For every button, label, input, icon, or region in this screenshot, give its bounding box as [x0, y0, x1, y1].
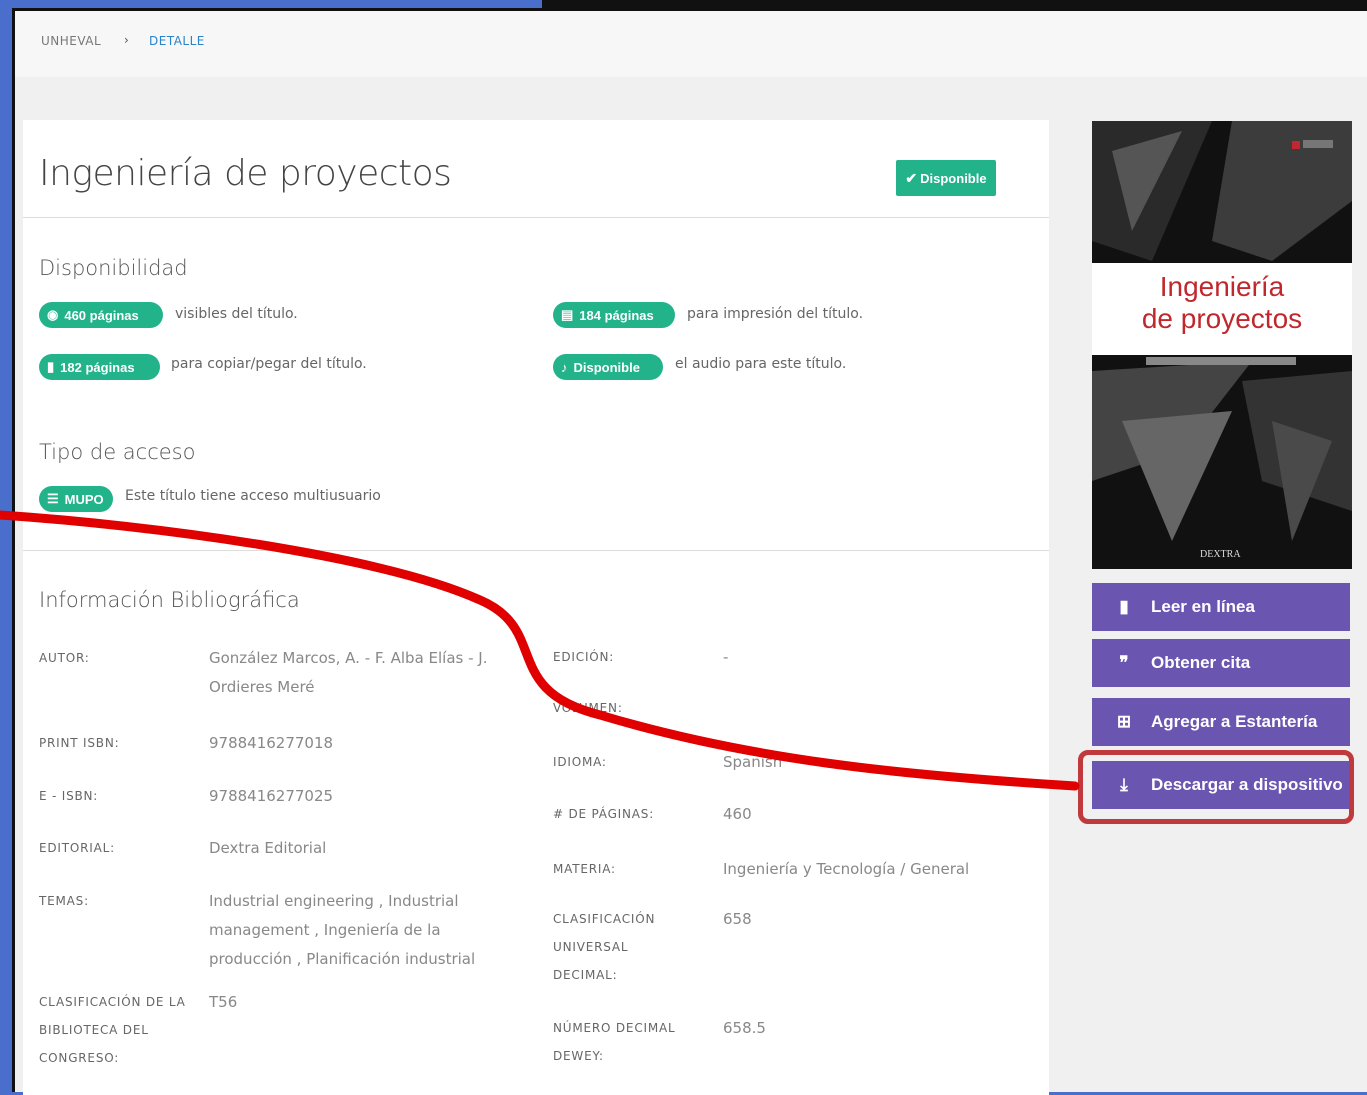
read-online-button[interactable]: ▮ Leer en línea: [1092, 583, 1350, 631]
tablet-icon: ▮: [1119, 597, 1129, 616]
access-pill: ☰ MUPO: [39, 486, 113, 512]
cover-authors: [1146, 357, 1296, 365]
publisher-logo-icon: [1292, 141, 1300, 149]
highlight-box: [1078, 750, 1354, 824]
print-isbn-value: 9788416277018: [209, 734, 334, 752]
author-label: AUTOR:: [39, 651, 90, 665]
pages-visible-label: 460 páginas: [64, 307, 139, 323]
get-citation-button[interactable]: ❞ Obtener cita: [1092, 639, 1350, 687]
cover-title: Ingeniería de proyectos: [1092, 271, 1352, 335]
list-icon: ☰: [47, 491, 59, 506]
detail-panel: Ingeniería de proyectos ✔ Disponible Dis…: [23, 120, 1049, 1095]
audio-label: Disponible: [573, 359, 640, 375]
topics-value: Industrial engineering , Industrial mana…: [209, 892, 476, 968]
e-isbn-value: 9788416277025: [209, 787, 334, 805]
read-online-label: Leer en línea: [1151, 597, 1255, 616]
book-cover: Ingeniería de proyectos DEXTRA: [1092, 121, 1352, 569]
availability-heading: Disponibilidad: [39, 256, 188, 280]
page-count-label: # DE PÁGINAS:: [553, 807, 655, 821]
publisher-value: Dextra Editorial: [209, 839, 327, 857]
check-icon: ✔: [905, 169, 918, 186]
quote-icon: ❞: [1119, 653, 1129, 672]
cover-publisher: DEXTRA: [1200, 549, 1241, 560]
breadcrumb-home-link[interactable]: UNHEVAL: [41, 34, 101, 48]
page-title: Ingeniería de proyectos: [39, 153, 452, 194]
breadcrumb-chevron-icon: ›: [124, 33, 130, 47]
get-citation-label: Obtener cita: [1151, 653, 1251, 672]
pages-copy-pill: ▮ 182 páginas: [39, 354, 160, 380]
divider: [23, 217, 1049, 218]
pages-visible-pill: ◉ 460 páginas: [39, 302, 163, 328]
language-value: Spanish: [723, 753, 783, 771]
page-count-value: 460: [723, 805, 752, 823]
dewey-label: NÚMERO DECIMAL DEWEY:: [553, 1021, 676, 1063]
pages-visible-text: visibles del título.: [175, 306, 298, 322]
breadcrumb-current[interactable]: DETALLE: [149, 34, 205, 48]
dewey-value: 658.5: [723, 1019, 766, 1037]
shelf-add-icon: ⊞: [1116, 712, 1132, 731]
topics-label: TEMAS:: [39, 894, 89, 908]
cover-title-line1: Ingeniería: [1159, 271, 1285, 302]
access-label: MUPO: [64, 491, 104, 507]
copy-icon: ▮: [47, 359, 55, 374]
udc-label: CLASIFICACIÓN UNIVERSAL DECIMAL:: [553, 912, 656, 982]
audio-icon: ♪: [561, 359, 568, 375]
pages-print-text: para impresión del título.: [687, 306, 864, 322]
author-value: González Marcos, A. - F. Alba Elías - J.…: [209, 649, 488, 696]
print-isbn-label: PRINT ISBN:: [39, 736, 120, 750]
divider: [23, 550, 1049, 551]
audio-pill: ♪ Disponible: [553, 354, 663, 380]
status-badge: ✔ Disponible: [896, 160, 996, 196]
pages-copy-text: para copiar/pegar del título.: [171, 356, 367, 372]
subject-value: Ingeniería y Tecnología / General: [723, 860, 970, 878]
pages-copy-label: 182 páginas: [60, 359, 135, 375]
edition-label: EDICIÓN:: [553, 650, 615, 664]
language-label: IDIOMA:: [553, 755, 607, 769]
add-to-shelf-label: Agregar a Estantería: [1151, 712, 1318, 731]
publisher-label: EDITORIAL:: [39, 841, 115, 855]
status-badge-label: Disponible: [920, 170, 987, 186]
pages-print-label: 184 páginas: [579, 307, 654, 323]
access-heading: Tipo de acceso: [39, 440, 196, 464]
audio-text: el audio para este título.: [675, 356, 847, 372]
cover-title-line2: de proyectos: [1141, 303, 1303, 334]
access-text: Este título tiene acceso multiusuario: [125, 488, 381, 504]
pages-print-pill: ▤ 184 páginas: [553, 302, 675, 328]
lc-classification-label: CLASIFICACIÓN DE LA BIBLIOTECA DEL CONGR…: [39, 995, 186, 1065]
udc-value: 658: [723, 910, 752, 928]
page-frame: UNHEVAL › DETALLE Ingeniería de proyecto…: [12, 8, 1367, 1095]
publisher-logo-text: [1303, 140, 1333, 148]
breadcrumb: UNHEVAL › DETALLE: [15, 11, 1367, 77]
eye-icon: ◉: [47, 307, 59, 322]
volume-label: VOLUMEN:: [553, 701, 623, 715]
edition-value: -: [723, 648, 729, 666]
subject-label: MATERIA:: [553, 862, 616, 876]
bibliography-heading: Información Bibliográfica: [39, 588, 300, 612]
e-isbn-label: E - ISBN:: [39, 789, 99, 803]
lc-classification-value: T56: [209, 993, 238, 1011]
add-to-shelf-button[interactable]: ⊞ Agregar a Estantería: [1092, 698, 1350, 746]
print-icon: ▤: [561, 307, 574, 322]
